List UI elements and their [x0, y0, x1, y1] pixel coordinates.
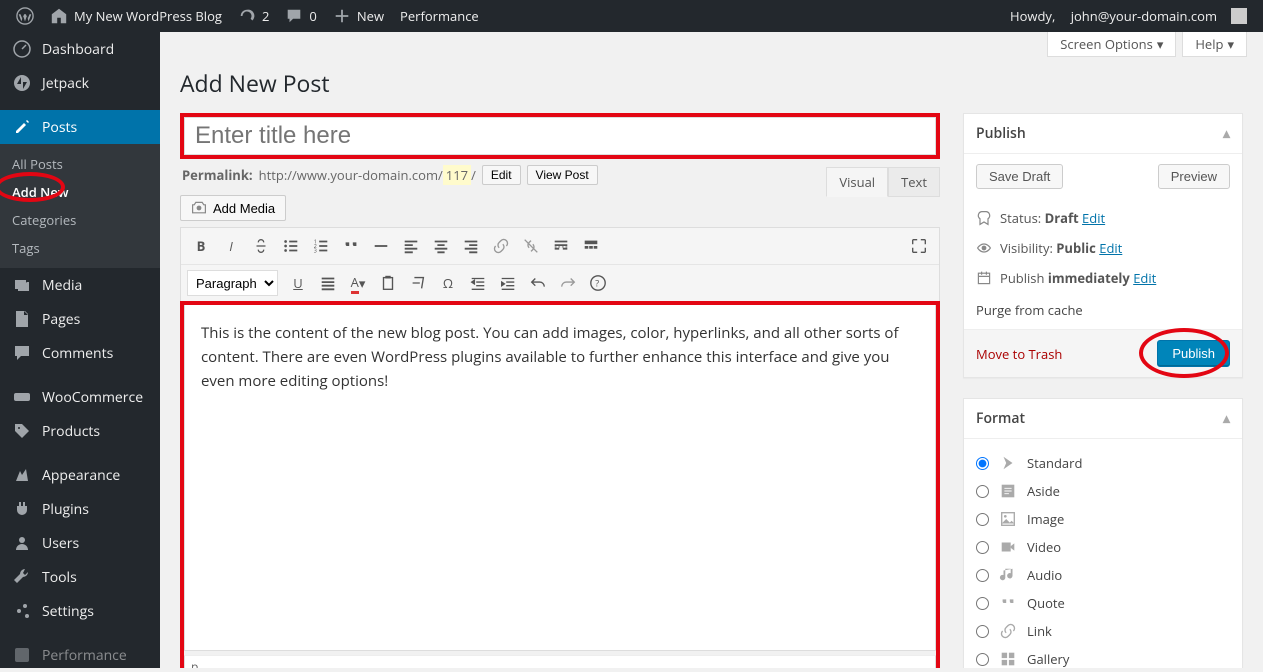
bold-button[interactable]: B — [187, 232, 215, 260]
format-link[interactable]: Link — [976, 617, 1230, 645]
justify-button[interactable] — [314, 269, 342, 297]
chevron-down-icon: ▾ — [1157, 35, 1164, 53]
submenu-categories[interactable]: Categories — [0, 206, 160, 234]
menu-tools[interactable]: Tools — [0, 560, 160, 594]
outdent-button[interactable] — [464, 269, 492, 297]
clear-formatting-button[interactable] — [404, 269, 432, 297]
publish-box: Publish ▴ Save Draft Preview Status: Draf… — [963, 113, 1243, 378]
admin-sidebar: Dashboard Jetpack Posts All Posts Add Ne… — [0, 32, 160, 668]
menu-plugins[interactable]: Plugins — [0, 492, 160, 526]
menu-woocommerce[interactable]: WooCommerce — [0, 380, 160, 414]
publish-button[interactable]: Publish — [1157, 340, 1230, 367]
format-video[interactable]: Video — [976, 533, 1230, 561]
posts-submenu: All Posts Add New Categories Tags — [0, 144, 160, 268]
format-audio[interactable]: Audio — [976, 561, 1230, 589]
chevron-down-icon: ▾ — [1227, 35, 1234, 53]
new-content-link[interactable]: New — [325, 0, 392, 32]
number-list-button[interactable]: 123 — [307, 232, 335, 260]
editor-toolbar: B I 123 P — [180, 227, 940, 302]
menu-users[interactable]: Users — [0, 526, 160, 560]
indent-button[interactable] — [494, 269, 522, 297]
link-button[interactable] — [487, 232, 515, 260]
toggle-icon[interactable]: ▴ — [1223, 409, 1230, 428]
screen-options-tab[interactable]: Screen Options ▾ — [1047, 32, 1176, 57]
submenu-add-new[interactable]: Add New — [0, 178, 160, 206]
status-row: Status: Draft Edit — [976, 203, 1230, 233]
add-media-button[interactable]: Add Media — [180, 195, 286, 221]
help-button[interactable]: ? — [584, 269, 612, 297]
format-aside[interactable]: Aside — [976, 477, 1230, 505]
menu-media[interactable]: Media — [0, 268, 160, 302]
special-char-button[interactable]: Ω — [434, 269, 462, 297]
editor-path: p — [184, 655, 936, 668]
post-title-input[interactable] — [184, 117, 936, 155]
text-color-button[interactable]: A ▾ — [344, 269, 372, 297]
paste-text-button[interactable] — [374, 269, 402, 297]
svg-text:?: ? — [595, 277, 599, 290]
insert-more-button[interactable] — [547, 232, 575, 260]
underline-button[interactable]: U — [284, 269, 312, 297]
my-account-link[interactable]: Howdy, john@your-domain.com — [1002, 0, 1255, 32]
preview-button[interactable]: Preview — [1158, 164, 1230, 189]
permalink-url: http://www.your-domain.com/117/ — [259, 166, 476, 184]
visibility-row: Visibility: Public Edit — [976, 233, 1230, 263]
comments-link[interactable]: 0 — [277, 0, 324, 32]
submenu-tags[interactable]: Tags — [0, 234, 160, 262]
avatar — [1231, 8, 1247, 24]
undo-button[interactable] — [524, 269, 552, 297]
svg-text:3: 3 — [314, 246, 317, 254]
blockquote-button[interactable] — [337, 232, 365, 260]
menu-comments[interactable]: Comments — [0, 336, 160, 370]
text-tab[interactable]: Text — [888, 167, 940, 197]
page-title: Add New Post — [180, 67, 1243, 99]
menu-products[interactable]: Products — [0, 414, 160, 448]
unlink-button[interactable] — [517, 232, 545, 260]
purge-cache-link[interactable]: Purge from cache — [976, 301, 1083, 319]
align-right-button[interactable] — [457, 232, 485, 260]
submenu-all-posts[interactable]: All Posts — [0, 150, 160, 178]
hr-button[interactable] — [367, 232, 395, 260]
edit-visibility-link[interactable]: Edit — [1099, 239, 1122, 257]
menu-settings[interactable]: Settings — [0, 594, 160, 628]
align-left-button[interactable] — [397, 232, 425, 260]
italic-button[interactable]: I — [217, 232, 245, 260]
schedule-row: Publish immediately Edit — [976, 263, 1230, 293]
menu-jetpack[interactable]: Jetpack — [0, 66, 160, 100]
edit-permalink-button[interactable]: Edit — [482, 165, 521, 185]
admin-toolbar: My New WordPress Blog 2 0 New Performanc… — [0, 0, 1263, 32]
updates-link[interactable]: 2 — [230, 0, 277, 32]
redo-button[interactable] — [554, 269, 582, 297]
view-post-button[interactable]: View Post — [527, 165, 598, 185]
format-image[interactable]: Image — [976, 505, 1230, 533]
move-to-trash-link[interactable]: Move to Trash — [976, 345, 1062, 363]
help-tab[interactable]: Help ▾ — [1182, 32, 1247, 57]
format-gallery[interactable]: Gallery — [976, 645, 1230, 668]
performance-link[interactable]: Performance — [392, 0, 487, 32]
format-quote[interactable]: Quote — [976, 589, 1230, 617]
fullscreen-button[interactable] — [905, 232, 933, 260]
menu-performance[interactable]: Performance — [0, 638, 160, 672]
menu-dashboard[interactable]: Dashboard — [0, 32, 160, 66]
paragraph-select[interactable]: Paragraph — [187, 270, 278, 296]
wp-logo[interactable] — [8, 0, 42, 32]
align-center-button[interactable] — [427, 232, 455, 260]
edit-status-link[interactable]: Edit — [1082, 209, 1105, 227]
edit-schedule-link[interactable]: Edit — [1133, 269, 1156, 287]
main-content: Screen Options ▾ Help ▾ Add New Post Per… — [160, 32, 1263, 668]
save-draft-button[interactable]: Save Draft — [976, 164, 1063, 189]
menu-appearance[interactable]: Appearance — [0, 458, 160, 492]
toolbar-toggle-button[interactable] — [577, 232, 605, 260]
post-content-editor[interactable]: This is the content of the new blog post… — [184, 305, 936, 651]
toggle-icon[interactable]: ▴ — [1223, 124, 1230, 143]
site-name-link[interactable]: My New WordPress Blog — [42, 0, 230, 32]
menu-posts[interactable]: Posts — [0, 110, 160, 144]
visual-tab[interactable]: Visual — [826, 167, 888, 197]
menu-pages[interactable]: Pages — [0, 302, 160, 336]
format-standard[interactable]: Standard — [976, 449, 1230, 477]
bullet-list-button[interactable] — [277, 232, 305, 260]
strikethrough-button[interactable] — [247, 232, 275, 260]
format-box: Format▴ Standard Aside Image Video Audio… — [963, 398, 1243, 668]
